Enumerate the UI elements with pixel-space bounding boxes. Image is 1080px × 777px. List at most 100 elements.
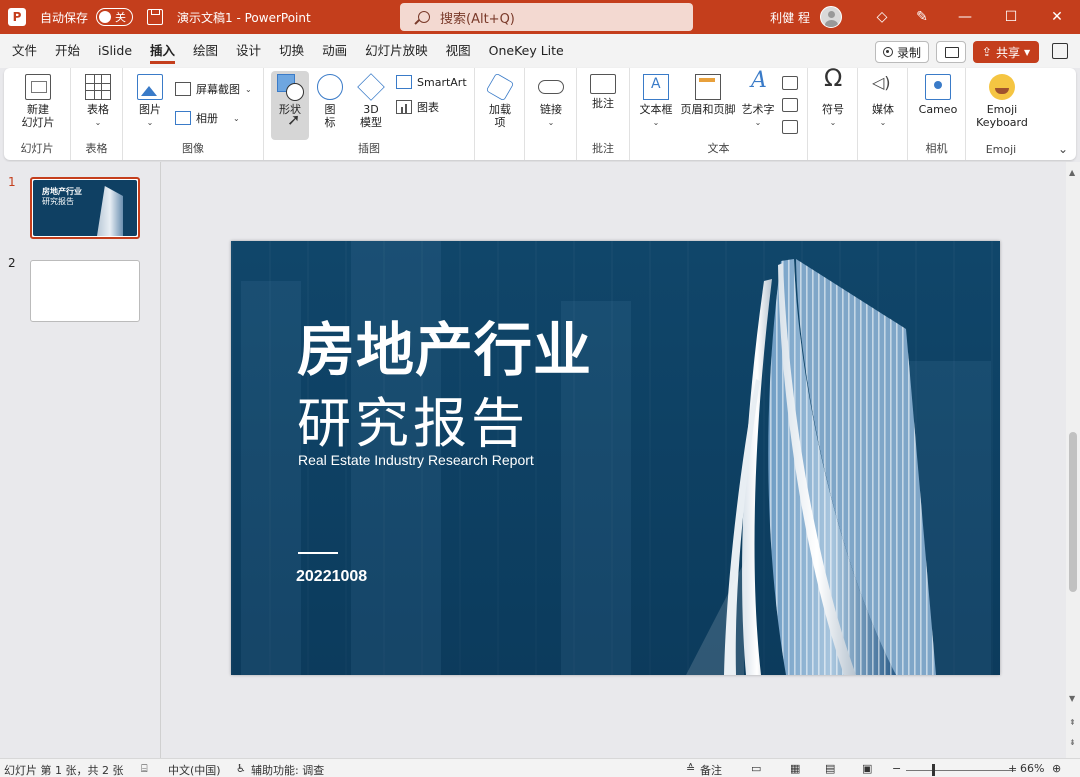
textbox-icon <box>643 74 669 100</box>
slide-thumbnail-pane: 1 房地产行业 研究报告 2 <box>0 162 161 758</box>
slide-date[interactable]: 20221008 <box>296 568 367 586</box>
tab-transitions[interactable]: 切换 <box>270 34 313 68</box>
chevron-down-icon: ▼ <box>1023 47 1031 57</box>
link-button[interactable]: 链接 ⌄ <box>536 74 566 129</box>
slideshow-icon[interactable]: ▣ <box>862 762 872 775</box>
wordart-button[interactable]: 艺术字 ⌄ <box>740 74 776 129</box>
search-placeholder: 搜索(Alt+Q) <box>440 11 515 27</box>
share-button[interactable]: ⇪ 共享 ▼ <box>973 41 1039 63</box>
avatar[interactable] <box>820 6 842 28</box>
document-title: 演示文稿1 - PowerPoint <box>177 10 311 25</box>
shapes-button[interactable]: 形状 ➚ <box>271 71 309 140</box>
scroll-up-icon[interactable]: ▲ <box>1069 168 1075 177</box>
comments-button[interactable] <box>936 41 966 63</box>
emoji-keyboard-button[interactable]: Emoji Keyboard <box>972 74 1032 129</box>
accessibility-status[interactable]: 辅助功能: 调查 <box>251 762 324 777</box>
group-tables: 表格 ⌄ 表格 <box>71 68 123 160</box>
shapes-icon <box>277 74 304 101</box>
reading-view-icon[interactable]: ▤ <box>825 762 835 775</box>
3d-model-button[interactable]: 3D 模型 <box>354 73 388 129</box>
zoom-slider-handle[interactable] <box>932 764 935 776</box>
object-icon[interactable] <box>782 120 798 134</box>
group-emoji: Emoji Keyboard Emoji <box>966 68 1036 160</box>
picture-button[interactable]: 图片 ⌄ <box>133 74 167 129</box>
search-input[interactable]: 搜索(Alt+Q) <box>400 3 693 31</box>
tab-onekey[interactable]: OneKey Lite <box>480 34 573 68</box>
smartart-icon <box>396 75 412 89</box>
header-footer-button[interactable]: 页眉和页脚 <box>678 74 738 116</box>
close-button[interactable]: ✕ <box>1034 0 1080 34</box>
comment-button[interactable]: 批注 <box>588 74 618 110</box>
tab-home[interactable]: 开始 <box>46 34 89 68</box>
icons-button[interactable]: 图 标 <box>316 74 344 129</box>
slide-1[interactable]: 房地产行业 研究报告 Real Estate Industry Research… <box>231 241 1000 675</box>
new-slide-button[interactable]: 新建 幻灯片 <box>12 74 64 129</box>
slide-number-2: 2 <box>8 256 16 270</box>
language[interactable]: 中文(中国) <box>168 762 221 777</box>
header-footer-label: 页眉和页脚 <box>680 103 736 116</box>
tab-draw[interactable]: 绘图 <box>184 34 227 68</box>
spelling-icon[interactable]: ⌸ <box>141 762 148 776</box>
zoom-in-button[interactable]: + <box>1008 762 1017 775</box>
maximize-button[interactable]: ☐ <box>988 0 1034 34</box>
autosave-toggle[interactable]: 关 <box>96 8 134 26</box>
slide-title[interactable]: 房地产行业 <box>297 303 592 387</box>
record-label: 录制 <box>896 45 921 60</box>
group-slides: 新建 幻灯片 幻灯片 <box>4 68 71 160</box>
slide-subtitle[interactable]: 研究报告 <box>297 379 529 458</box>
tab-islide[interactable]: iSlide <box>89 34 141 68</box>
smartart-label: SmartArt <box>417 75 467 89</box>
zoom-out-button[interactable]: − <box>892 762 901 775</box>
tab-design[interactable]: 设计 <box>227 34 270 68</box>
addins-button[interactable]: 加载 项 <box>485 72 515 129</box>
table-button[interactable]: 表格 ⌄ <box>83 74 113 129</box>
thumbnail-title: 房地产行业 <box>42 187 82 196</box>
slide-thumbnail-1[interactable]: 房地产行业 研究报告 <box>30 177 140 239</box>
next-slide-icon[interactable]: ⇟ <box>1069 738 1076 747</box>
tab-file[interactable]: 文件 <box>3 34 46 68</box>
fit-to-window-icon[interactable]: ⊕ <box>1052 762 1061 775</box>
picture-icon <box>137 74 163 100</box>
diamond-icon[interactable]: ◇ <box>862 0 902 34</box>
group-text: 文本框 ⌄ 页眉和页脚 艺术字 ⌄ 文本 <box>630 68 808 160</box>
scroll-down-icon[interactable]: ▼ <box>1069 694 1075 703</box>
album-button[interactable]: 相册 ⌄ <box>175 110 240 126</box>
comment-pane-icon[interactable] <box>1052 43 1068 59</box>
collapse-ribbon-icon[interactable]: ⌄ <box>1058 142 1068 156</box>
scrollbar-thumb[interactable] <box>1069 432 1077 592</box>
icons-label: 图 标 <box>324 103 336 129</box>
screenshot-button[interactable]: 屏幕截图 ⌄ <box>175 81 252 97</box>
slide-number-icon[interactable] <box>782 98 798 112</box>
slide-english-title[interactable]: Real Estate Industry Research Report <box>298 452 534 468</box>
chevron-down-icon: ⌄ <box>94 118 102 127</box>
zoom-slider[interactable] <box>906 770 1016 771</box>
symbol-label: 符号 <box>822 103 844 116</box>
slide-sorter-icon[interactable]: ▦ <box>790 762 800 775</box>
group-label-camera: 相机 <box>925 142 948 155</box>
tab-insert[interactable]: 插入 <box>141 34 184 68</box>
zoom-level[interactable]: 66% <box>1020 762 1044 775</box>
date-time-icon[interactable] <box>782 76 798 90</box>
pen-icon[interactable]: ✎ <box>902 0 942 34</box>
screenshot-icon <box>175 82 191 96</box>
minimize-button[interactable]: — <box>942 0 988 34</box>
chart-button[interactable]: 图表 <box>396 99 439 115</box>
media-button[interactable]: 媒体 ⌄ <box>868 74 898 129</box>
normal-view-icon[interactable]: ▭ <box>751 762 761 775</box>
slide-thumbnail-2[interactable] <box>30 260 140 322</box>
notes-button[interactable]: 备注 <box>700 762 722 777</box>
symbol-button[interactable]: 符号 ⌄ <box>818 72 848 129</box>
cameo-button[interactable]: Cameo <box>916 74 960 116</box>
user-name[interactable]: 利健 程 <box>770 9 810 26</box>
smartart-button[interactable]: SmartArt <box>396 75 467 89</box>
record-button[interactable]: 录制 <box>875 41 929 63</box>
previous-slide-icon[interactable]: ⇞ <box>1069 718 1076 727</box>
textbox-button[interactable]: 文本框 ⌄ <box>636 74 676 129</box>
tab-animations[interactable]: 动画 <box>313 34 356 68</box>
save-icon[interactable] <box>147 9 164 25</box>
group-label-images: 图像 <box>182 142 204 155</box>
vertical-scrollbar[interactable]: ▲ ▼ ⇞ ⇟ <box>1066 162 1080 758</box>
tab-slideshow[interactable]: 幻灯片放映 <box>356 34 437 68</box>
group-label-tables: 表格 <box>85 142 108 155</box>
tab-view[interactable]: 视图 <box>437 34 480 68</box>
